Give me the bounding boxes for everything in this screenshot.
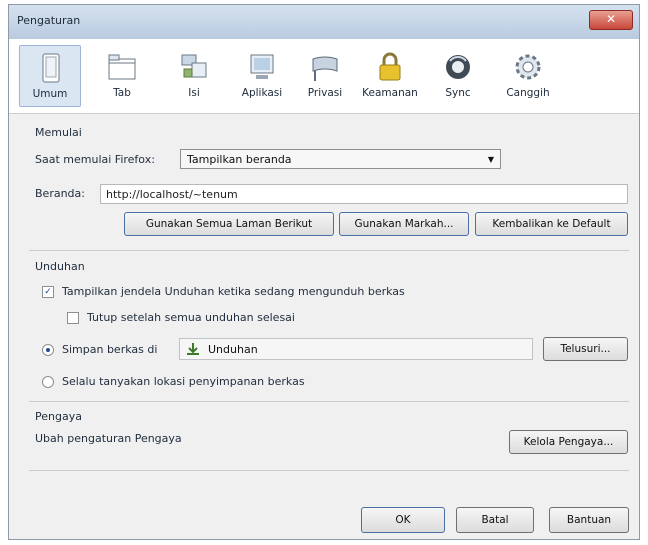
tab-content-label: Isi [188,87,200,99]
general-panel: Memulai Saat memulai Firefox: Tampilkan … [9,114,639,541]
always-ask-radio[interactable] [42,376,54,388]
tab-sync-label: Sync [445,87,471,99]
browse-button[interactable]: Telusuri... [543,337,628,361]
tab-applications[interactable]: Aplikasi [231,45,293,107]
title-bar: Pengaturan ✕ [9,5,639,40]
restore-default-button[interactable]: Kembalikan ke Default [475,212,628,236]
save-to-radio[interactable] [42,344,54,356]
show-downloads-checkbox[interactable]: ✓ [42,286,54,298]
preferences-window: Pengaturan ✕ Umum Tab Isi Aplikasi Priva… [8,4,640,540]
divider [29,250,629,251]
always-ask-label: Selalu tanyakan lokasi penyimpanan berka… [62,375,305,388]
tab-privacy-label: Privasi [307,87,343,99]
close-when-done-label: Tutup setelah semua unduhan selesai [87,311,295,324]
use-current-pages-button[interactable]: Gunakan Semua Laman Berikut [124,212,334,236]
startup-select[interactable]: Tampilkan beranda ▼ [180,149,501,169]
sync-icon [446,55,470,79]
preferences-toolbar: Umum Tab Isi Aplikasi Privasi Keamanan S… [9,39,639,114]
manage-addons-button[interactable]: Kelola Pengaya... [509,430,628,454]
applications-icon [250,54,274,79]
save-to-label: Simpan berkas di [62,343,158,356]
tab-sync[interactable]: Sync [427,45,489,107]
start-label: Saat memulai Firefox: [35,153,155,166]
tab-privacy[interactable]: Privasi [294,45,356,107]
tab-applications-label: Aplikasi [241,87,283,99]
tabs-icon [108,54,136,80]
tab-tabs-label: Tab [113,87,131,99]
window-title: Pengaturan [17,14,81,27]
chevron-down-icon: ▼ [487,155,494,164]
content-icon [181,54,207,78]
use-bookmark-button[interactable]: Gunakan Markah... [339,212,469,236]
help-button[interactable]: Bantuan [549,507,629,533]
close-button[interactable]: ✕ [589,10,633,30]
startup-select-value: Tampilkan beranda [187,153,292,166]
show-downloads-label: Tampilkan jendela Unduhan ketika sedang … [62,285,405,298]
close-when-done-checkbox[interactable] [67,312,79,324]
tab-security[interactable]: Keamanan [359,45,421,107]
lock-icon [379,52,401,81]
downloads-section-title: Unduhan [35,260,85,273]
download-folder-name: Unduhan [208,343,258,356]
tab-advanced[interactable]: Canggih [497,45,559,107]
addons-description: Ubah pengaturan Pengaya [35,432,182,445]
homepage-input[interactable]: http://localhost/~tenum [100,184,628,204]
ok-button[interactable]: OK [361,507,445,533]
cancel-button[interactable]: Batal [456,507,534,533]
startup-section-title: Memulai [35,126,82,139]
privacy-icon [312,56,338,81]
home-label: Beranda: [35,187,85,200]
gear-icon [515,54,541,80]
download-folder-field: Unduhan [179,338,533,360]
addons-section-title: Pengaya [35,410,82,423]
tab-general-label: Umum [32,88,68,100]
tab-advanced-label: Canggih [506,87,550,99]
tab-security-label: Keamanan [362,87,418,99]
general-icon [42,53,60,83]
divider [29,470,629,471]
divider [29,401,629,402]
tab-content[interactable]: Isi [163,45,225,107]
tab-general[interactable]: Umum [19,45,81,107]
download-folder-icon [187,343,199,355]
tab-tabs[interactable]: Tab [91,45,153,107]
